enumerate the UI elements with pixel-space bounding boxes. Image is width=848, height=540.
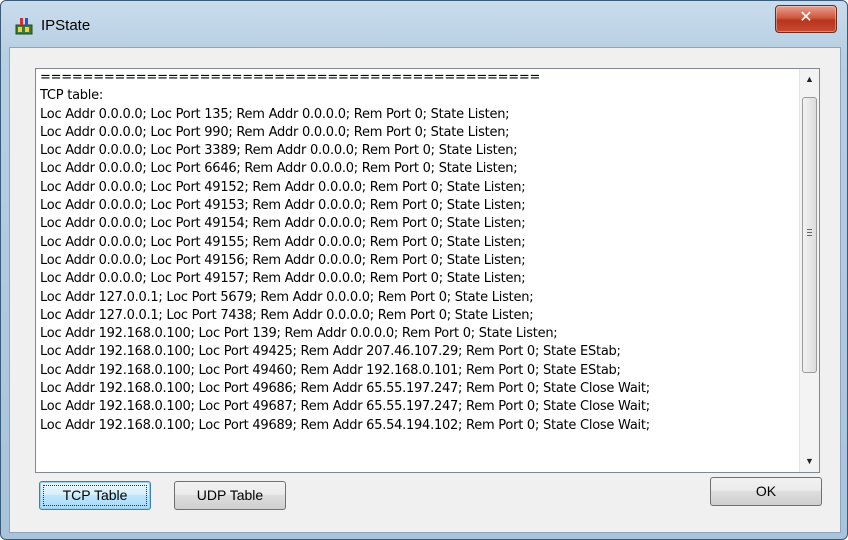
ipstate-window: IPState ✕ ==============================…: [0, 0, 848, 540]
ok-button[interactable]: OK: [710, 477, 822, 506]
focus-rectangle: [43, 485, 147, 506]
udp-table-button-label: UDP Table: [196, 487, 264, 503]
list-line: Loc Addr 0.0.0.0; Loc Port 49156; Rem Ad…: [40, 252, 526, 268]
list-line: Loc Addr 192.168.0.100; Loc Port 139; Re…: [40, 326, 558, 342]
scroll-thumb[interactable]: [802, 97, 817, 373]
list-line: Loc Addr 127.0.0.1; Loc Port 5679; Rem A…: [40, 289, 534, 305]
list-line: Loc Addr 0.0.0.0; Loc Port 990; Rem Addr…: [40, 124, 510, 140]
list-line: Loc Addr 0.0.0.0; Loc Port 49152; Rem Ad…: [40, 179, 526, 195]
udp-table-button[interactable]: UDP Table: [174, 481, 286, 510]
list-line: Loc Addr 192.168.0.100; Loc Port 49425; …: [40, 344, 621, 360]
list-line: Loc Addr 0.0.0.0; Loc Port 6646; Rem Add…: [40, 161, 518, 177]
list-line: Loc Addr 192.168.0.100; Loc Port 49686; …: [40, 381, 650, 397]
vertical-scrollbar[interactable]: ▲ ▼: [799, 69, 819, 472]
list-line: Loc Addr 192.168.0.100; Loc Port 49689; …: [40, 417, 650, 433]
close-button[interactable]: ✕: [775, 5, 837, 33]
list-line: ========================================…: [40, 70, 541, 85]
title-bar[interactable]: IPState ✕: [1, 1, 847, 47]
list-line: Loc Addr 0.0.0.0; Loc Port 49153; Rem Ad…: [40, 198, 526, 214]
list-line: Loc Addr 0.0.0.0; Loc Port 49155; Rem Ad…: [40, 234, 526, 250]
tcp-table-button[interactable]: TCP Table: [39, 481, 151, 510]
list-line: Loc Addr 192.168.0.100; Loc Port 49460; …: [40, 362, 621, 378]
scroll-up-arrow-icon[interactable]: ▲: [800, 71, 819, 88]
tcp-table-listbox[interactable]: ========================================…: [35, 68, 820, 473]
scroll-down-arrow-icon[interactable]: ▼: [800, 453, 819, 470]
dialog-client-area: ========================================…: [9, 47, 841, 533]
list-line: Loc Addr 0.0.0.0; Loc Port 3389; Rem Add…: [40, 143, 518, 159]
listbox-lines: ========================================…: [40, 69, 795, 435]
list-line: Loc Addr 0.0.0.0; Loc Port 49157; Rem Ad…: [40, 271, 526, 287]
scroll-grip-icon: [807, 229, 812, 238]
list-line: TCP table:: [40, 88, 104, 104]
close-icon: ✕: [799, 7, 813, 26]
app-icon: [15, 18, 33, 35]
ok-button-label: OK: [755, 483, 777, 499]
list-line: Loc Addr 0.0.0.0; Loc Port 135; Rem Addr…: [40, 106, 510, 122]
list-line: Loc Addr 0.0.0.0; Loc Port 49154; Rem Ad…: [40, 216, 526, 232]
list-line: Loc Addr 127.0.0.1; Loc Port 7438; Rem A…: [40, 307, 534, 323]
window-title: IPState: [41, 17, 91, 34]
list-line: Loc Addr 192.168.0.100; Loc Port 49687; …: [40, 399, 650, 415]
